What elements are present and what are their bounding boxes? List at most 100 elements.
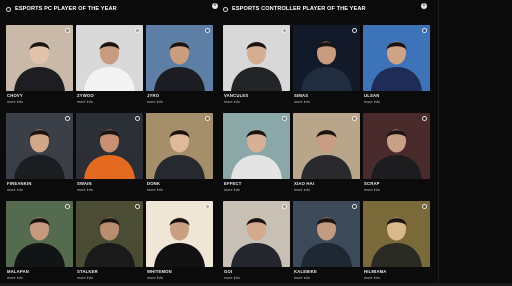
info-icon[interactable]: i [212, 3, 218, 9]
more-info-link[interactable]: more info [7, 276, 23, 280]
player-photo[interactable] [76, 25, 143, 91]
player-photo[interactable] [293, 25, 360, 91]
pc-player-card[interactable]: STALKER more info [76, 201, 143, 286]
player-photo[interactable] [146, 113, 213, 179]
more-info-link[interactable]: more info [364, 100, 380, 104]
select-radio-icon[interactable] [65, 204, 70, 209]
player-photo[interactable] [223, 25, 290, 91]
more-info-link[interactable]: more info [147, 188, 163, 192]
select-radio-icon[interactable] [135, 204, 140, 209]
select-radio-icon[interactable] [422, 116, 427, 121]
pc-player-card[interactable]: MALAPAN more info [6, 201, 73, 286]
player-photo[interactable] [293, 113, 360, 179]
pc-player-card[interactable]: CHOVY more info [6, 25, 73, 113]
pc-player-card[interactable]: FIREANKIN more info [6, 113, 73, 201]
section-divider [438, 0, 439, 282]
more-info-link[interactable]: more info [77, 188, 93, 192]
select-radio-icon[interactable] [135, 28, 140, 33]
select-radio-icon[interactable] [282, 204, 287, 209]
more-info-link[interactable]: more info [364, 276, 380, 280]
pc-player-panel: ESPORTS PC PLAYER OF THE YEAR i CHOVY mor… [6, 0, 226, 282]
select-radio-icon[interactable] [65, 116, 70, 121]
select-radio-icon[interactable] [352, 204, 357, 209]
select-radio-icon[interactable] [282, 28, 287, 33]
player-photo[interactable] [6, 113, 73, 179]
pc-panel-header: ESPORTS PC PLAYER OF THE YEAR [6, 3, 226, 15]
controller-player-card[interactable]: KALEBIKE more info [293, 201, 360, 286]
player-name: KALEBIKE [294, 269, 318, 274]
player-photo[interactable] [146, 25, 213, 91]
player-photo[interactable] [363, 25, 430, 91]
player-name: XIAO HAI [294, 181, 315, 186]
player-photo[interactable] [223, 201, 290, 267]
select-radio-icon[interactable] [65, 28, 70, 33]
more-info-link[interactable]: more info [294, 276, 310, 280]
player-photo[interactable] [6, 201, 73, 267]
player-photo[interactable] [76, 201, 143, 267]
select-radio-icon[interactable] [282, 116, 287, 121]
more-info-link[interactable]: more info [224, 276, 240, 280]
player-name: GOI [224, 269, 233, 274]
more-info-link[interactable]: more info [224, 100, 240, 104]
player-photo[interactable] [363, 201, 430, 267]
player-photo[interactable] [6, 25, 73, 91]
more-info-link[interactable]: more info [294, 188, 310, 192]
pc-player-card[interactable]: JYRO more info [146, 25, 213, 113]
controller-panel-title: ESPORTS CONTROLLER PLAYER OF THE YEAR [232, 6, 366, 12]
more-info-link[interactable]: more info [77, 100, 93, 104]
controller-player-card[interactable]: ULSAN more info [363, 25, 430, 113]
player-name: FIREANKIN [7, 181, 32, 186]
player-photo[interactable] [76, 113, 143, 179]
pc-panel-title: ESPORTS PC PLAYER OF THE YEAR [15, 6, 117, 12]
controller-player-panel: ESPORTS CONTROLLER PLAYER OF THE YEAR i … [223, 0, 435, 282]
more-info-link[interactable]: more info [224, 188, 240, 192]
player-name: STALKER [77, 269, 98, 274]
player-name: ULSAN [364, 93, 380, 98]
controller-player-card[interactable]: SIMAS more info [293, 25, 360, 113]
player-name: WHITEMON [147, 269, 172, 274]
pc-player-card[interactable]: WHITEMON more info [146, 201, 213, 286]
select-radio-icon[interactable] [205, 28, 210, 33]
more-info-link[interactable]: more info [147, 100, 163, 104]
info-icon[interactable]: i [421, 3, 427, 9]
controller-player-card[interactable]: XIAO HAI more info [293, 113, 360, 201]
player-photo[interactable] [146, 201, 213, 267]
more-info-link[interactable]: more info [7, 100, 23, 104]
controller-player-card[interactable]: EFFECT more info [223, 113, 290, 201]
player-name: EFFECT [224, 181, 242, 186]
select-radio-icon[interactable] [352, 116, 357, 121]
select-radio-icon[interactable] [422, 204, 427, 209]
more-info-link[interactable]: more info [147, 276, 163, 280]
player-name: JYRO [147, 93, 160, 98]
controller-player-card[interactable]: GOI more info [223, 201, 290, 286]
controller-player-card[interactable]: SCRAP more info [363, 113, 430, 201]
player-name: SCRAP [364, 181, 380, 186]
select-radio-icon[interactable] [352, 28, 357, 33]
player-name: SWAIN [77, 181, 92, 186]
select-radio-icon[interactable] [205, 116, 210, 121]
player-photo[interactable] [363, 113, 430, 179]
more-info-link[interactable]: more info [77, 276, 93, 280]
select-radio-icon[interactable] [135, 116, 140, 121]
more-info-link[interactable]: more info [294, 100, 310, 104]
select-radio-icon[interactable] [422, 28, 427, 33]
player-photo[interactable] [293, 201, 360, 267]
player-name: CHOVY [7, 93, 23, 98]
controller-player-card[interactable]: HILMIAMA more info [363, 201, 430, 286]
controller-player-card[interactable]: VANCULES more info [223, 25, 290, 113]
more-info-link[interactable]: more info [7, 188, 23, 192]
player-name: HILMIAMA [364, 269, 387, 274]
player-name: ZYWOO [77, 93, 94, 98]
radio-icon[interactable] [6, 6, 11, 12]
player-photo[interactable] [223, 113, 290, 179]
player-name: MALAPAN [7, 269, 30, 274]
pc-player-card[interactable]: ZYWOO more info [76, 25, 143, 113]
player-name: DONK [147, 181, 161, 186]
more-info-link[interactable]: more info [364, 188, 380, 192]
select-radio-icon[interactable] [205, 204, 210, 209]
radio-icon[interactable] [223, 6, 228, 12]
pc-player-card[interactable]: DONK more info [146, 113, 213, 201]
player-name: VANCULES [224, 93, 249, 98]
pc-player-card[interactable]: SWAIN more info [76, 113, 143, 201]
controller-panel-header: ESPORTS CONTROLLER PLAYER OF THE YEAR [223, 3, 435, 15]
